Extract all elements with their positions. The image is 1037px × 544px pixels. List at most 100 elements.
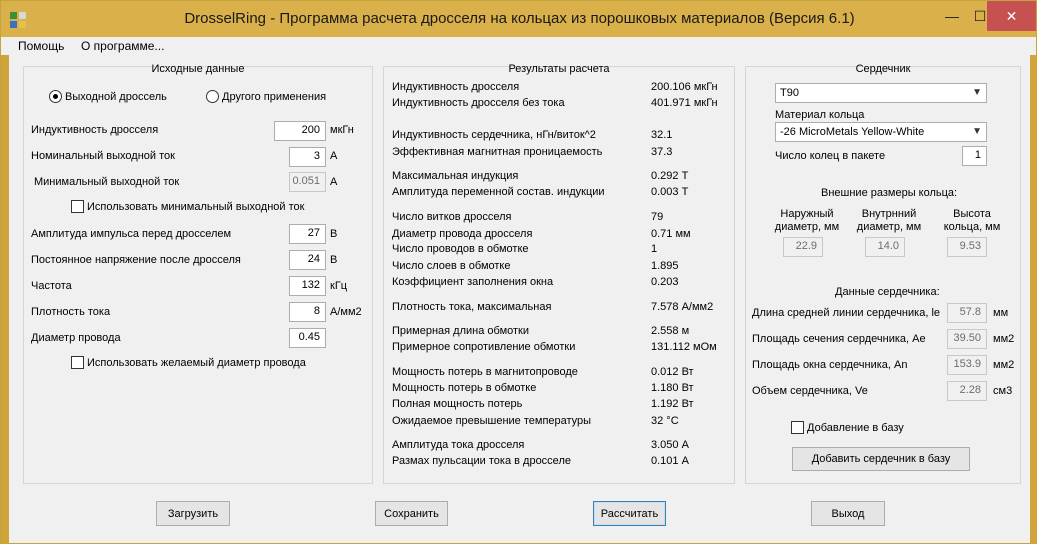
result-label: Мощность потерь в магнитопроводе (392, 366, 578, 378)
radio-other-label: Другого применения (222, 91, 327, 103)
density-unit: А/мм2 (330, 306, 362, 318)
result-value: 131.112 мОм (651, 341, 717, 353)
result-label: Ожидаемое превышение температуры (392, 415, 592, 427)
radio-output-choke[interactable] (49, 90, 62, 103)
freq-unit: кГц (330, 280, 348, 292)
result-label: Полная мощность потерь (392, 398, 523, 410)
inner-label-2: диаметр, мм (856, 221, 922, 233)
result-label: Амплитуда переменной состав. индукции (392, 186, 605, 198)
title-bar[interactable]: DrosselRing - Программа расчета дросселя… (1, 1, 1036, 37)
result-label: Примерное сопротивление обмотки (392, 341, 576, 353)
result-label: Индуктивность сердечника, нГн/виток^2 (392, 129, 596, 141)
result-value: 1.192 Вт (651, 398, 694, 410)
result-value: 79 (651, 211, 664, 223)
freq-input[interactable]: 132 (289, 276, 326, 296)
nom-current-unit: А (330, 150, 338, 162)
outer-label-2: диаметр, мм (774, 221, 840, 233)
result-label: Плотность тока, максимальная (392, 301, 552, 313)
nom-current-input[interactable]: 3 (289, 147, 326, 167)
result-label: Мощность потерь в обмотке (392, 382, 537, 394)
freq-label: Частота (31, 280, 72, 292)
maximize-icon: ☐ (973, 7, 987, 24)
inductance-unit: мкГн (330, 124, 354, 136)
core-select[interactable]: T90 ▼ (775, 83, 987, 103)
result-label: Диаметр провода дросселя (392, 228, 533, 240)
input-panel-title: Исходные данные (151, 63, 245, 75)
result-label: Число проводов в обмотке (392, 243, 529, 255)
add-to-db-checkbox[interactable] (791, 421, 804, 434)
ve-input: 2.28 (947, 381, 987, 401)
an-input: 153.9 (947, 355, 987, 375)
save-button[interactable]: Сохранить (375, 501, 448, 526)
nom-current-label: Номинальный выходной ток (31, 150, 175, 162)
window-border-left (1, 55, 9, 544)
result-value: 200.106 мкГн (651, 81, 718, 93)
outer-diameter-input: 22.9 (783, 237, 823, 257)
height-input: 9.53 (947, 237, 987, 257)
radio-output-label: Выходной дроссель (65, 91, 167, 103)
dc-voltage-label: Постоянное напряжение после дросселя (31, 254, 241, 266)
an-unit: мм2 (993, 359, 1015, 371)
min-current-label: Минимальный выходной ток (34, 176, 180, 188)
pulse-amp-input[interactable]: 27 (289, 224, 326, 244)
result-value: 2.558 м (651, 325, 690, 337)
result-value: 0.101 А (651, 455, 689, 467)
an-label: Площадь окна сердечника, An (752, 359, 908, 371)
result-value: 32 °C (651, 415, 679, 427)
height-label-1: Высота (953, 208, 991, 220)
radio-other-use[interactable] (206, 90, 219, 103)
menu-about[interactable]: О программе... (81, 39, 164, 53)
dc-voltage-input[interactable]: 24 (289, 250, 326, 270)
ae-unit: мм2 (993, 333, 1015, 345)
rings-label: Число колец в пакете (775, 150, 886, 162)
material-select[interactable]: -26 MicroMetals Yellow-White ▼ (775, 122, 987, 142)
result-label: Индуктивность дросселя (392, 81, 520, 93)
load-button[interactable]: Загрузить (156, 501, 230, 526)
result-value: 0.71 мм (651, 228, 691, 240)
result-label: Индуктивность дросселя без тока (392, 97, 565, 109)
result-label: Число витков дросселя (392, 211, 512, 223)
material-label: Материал кольца (775, 109, 865, 121)
inner-diameter-input: 14.0 (865, 237, 905, 257)
close-button[interactable]: ✕ (987, 1, 1036, 31)
add-to-db-label: Добавление в базу (807, 422, 904, 434)
window-title: DrosselRing - Программа расчета дросселя… (184, 10, 855, 27)
result-label: Максимальная индукция (392, 170, 519, 182)
close-icon: ✕ (1005, 7, 1018, 24)
inductance-input[interactable]: 200 (274, 121, 326, 141)
wire-input[interactable]: 0.45 (289, 328, 326, 348)
ve-label: Объем сердечника, Ve (752, 385, 868, 397)
pulse-amp-unit: В (330, 228, 338, 240)
outer-label-1: Наружный (780, 208, 834, 220)
result-value: 0.203 (651, 276, 679, 288)
density-input[interactable]: 8 (289, 302, 326, 322)
result-value: 7.578 А/мм2 (651, 301, 714, 313)
calculate-button[interactable]: Рассчитать (593, 501, 666, 526)
core-data-title: Данные сердечника: (835, 286, 940, 298)
result-label: Коэффициент заполнения окна (392, 276, 554, 288)
result-value: 401.971 мкГн (651, 97, 718, 109)
rings-input[interactable]: 1 (962, 146, 987, 166)
ae-input: 39.50 (947, 329, 987, 349)
menu-bar: Помощь О программе... (9, 37, 1030, 55)
use-wire-label: Использовать желаемый диаметр провода (87, 357, 306, 369)
result-value: 0.012 Вт (651, 366, 694, 378)
result-value: 32.1 (651, 129, 673, 141)
dc-voltage-unit: В (330, 254, 338, 266)
height-label-2: кольца, мм (943, 221, 1001, 233)
core-select-value: T90 (780, 87, 799, 99)
exit-button[interactable]: Выход (811, 501, 885, 526)
menu-help[interactable]: Помощь (18, 39, 64, 53)
density-label: Плотность тока (31, 306, 111, 318)
result-value: 1 (651, 243, 658, 255)
use-min-current-checkbox[interactable] (71, 200, 84, 213)
use-min-current-label: Использовать минимальный выходной ток (87, 201, 305, 213)
result-value: 37.3 (651, 146, 673, 158)
use-wire-checkbox[interactable] (71, 356, 84, 369)
min-current-input: 0.051 (289, 172, 326, 192)
result-value: 3.050 А (651, 439, 689, 451)
result-label: Число слоев в обмотке (392, 260, 511, 272)
pulse-amp-label: Амплитуда импульса перед дросселем (31, 228, 232, 240)
core-panel-title: Сердечник (855, 63, 911, 75)
add-core-button[interactable]: Добавить сердечник в базу (792, 447, 970, 471)
